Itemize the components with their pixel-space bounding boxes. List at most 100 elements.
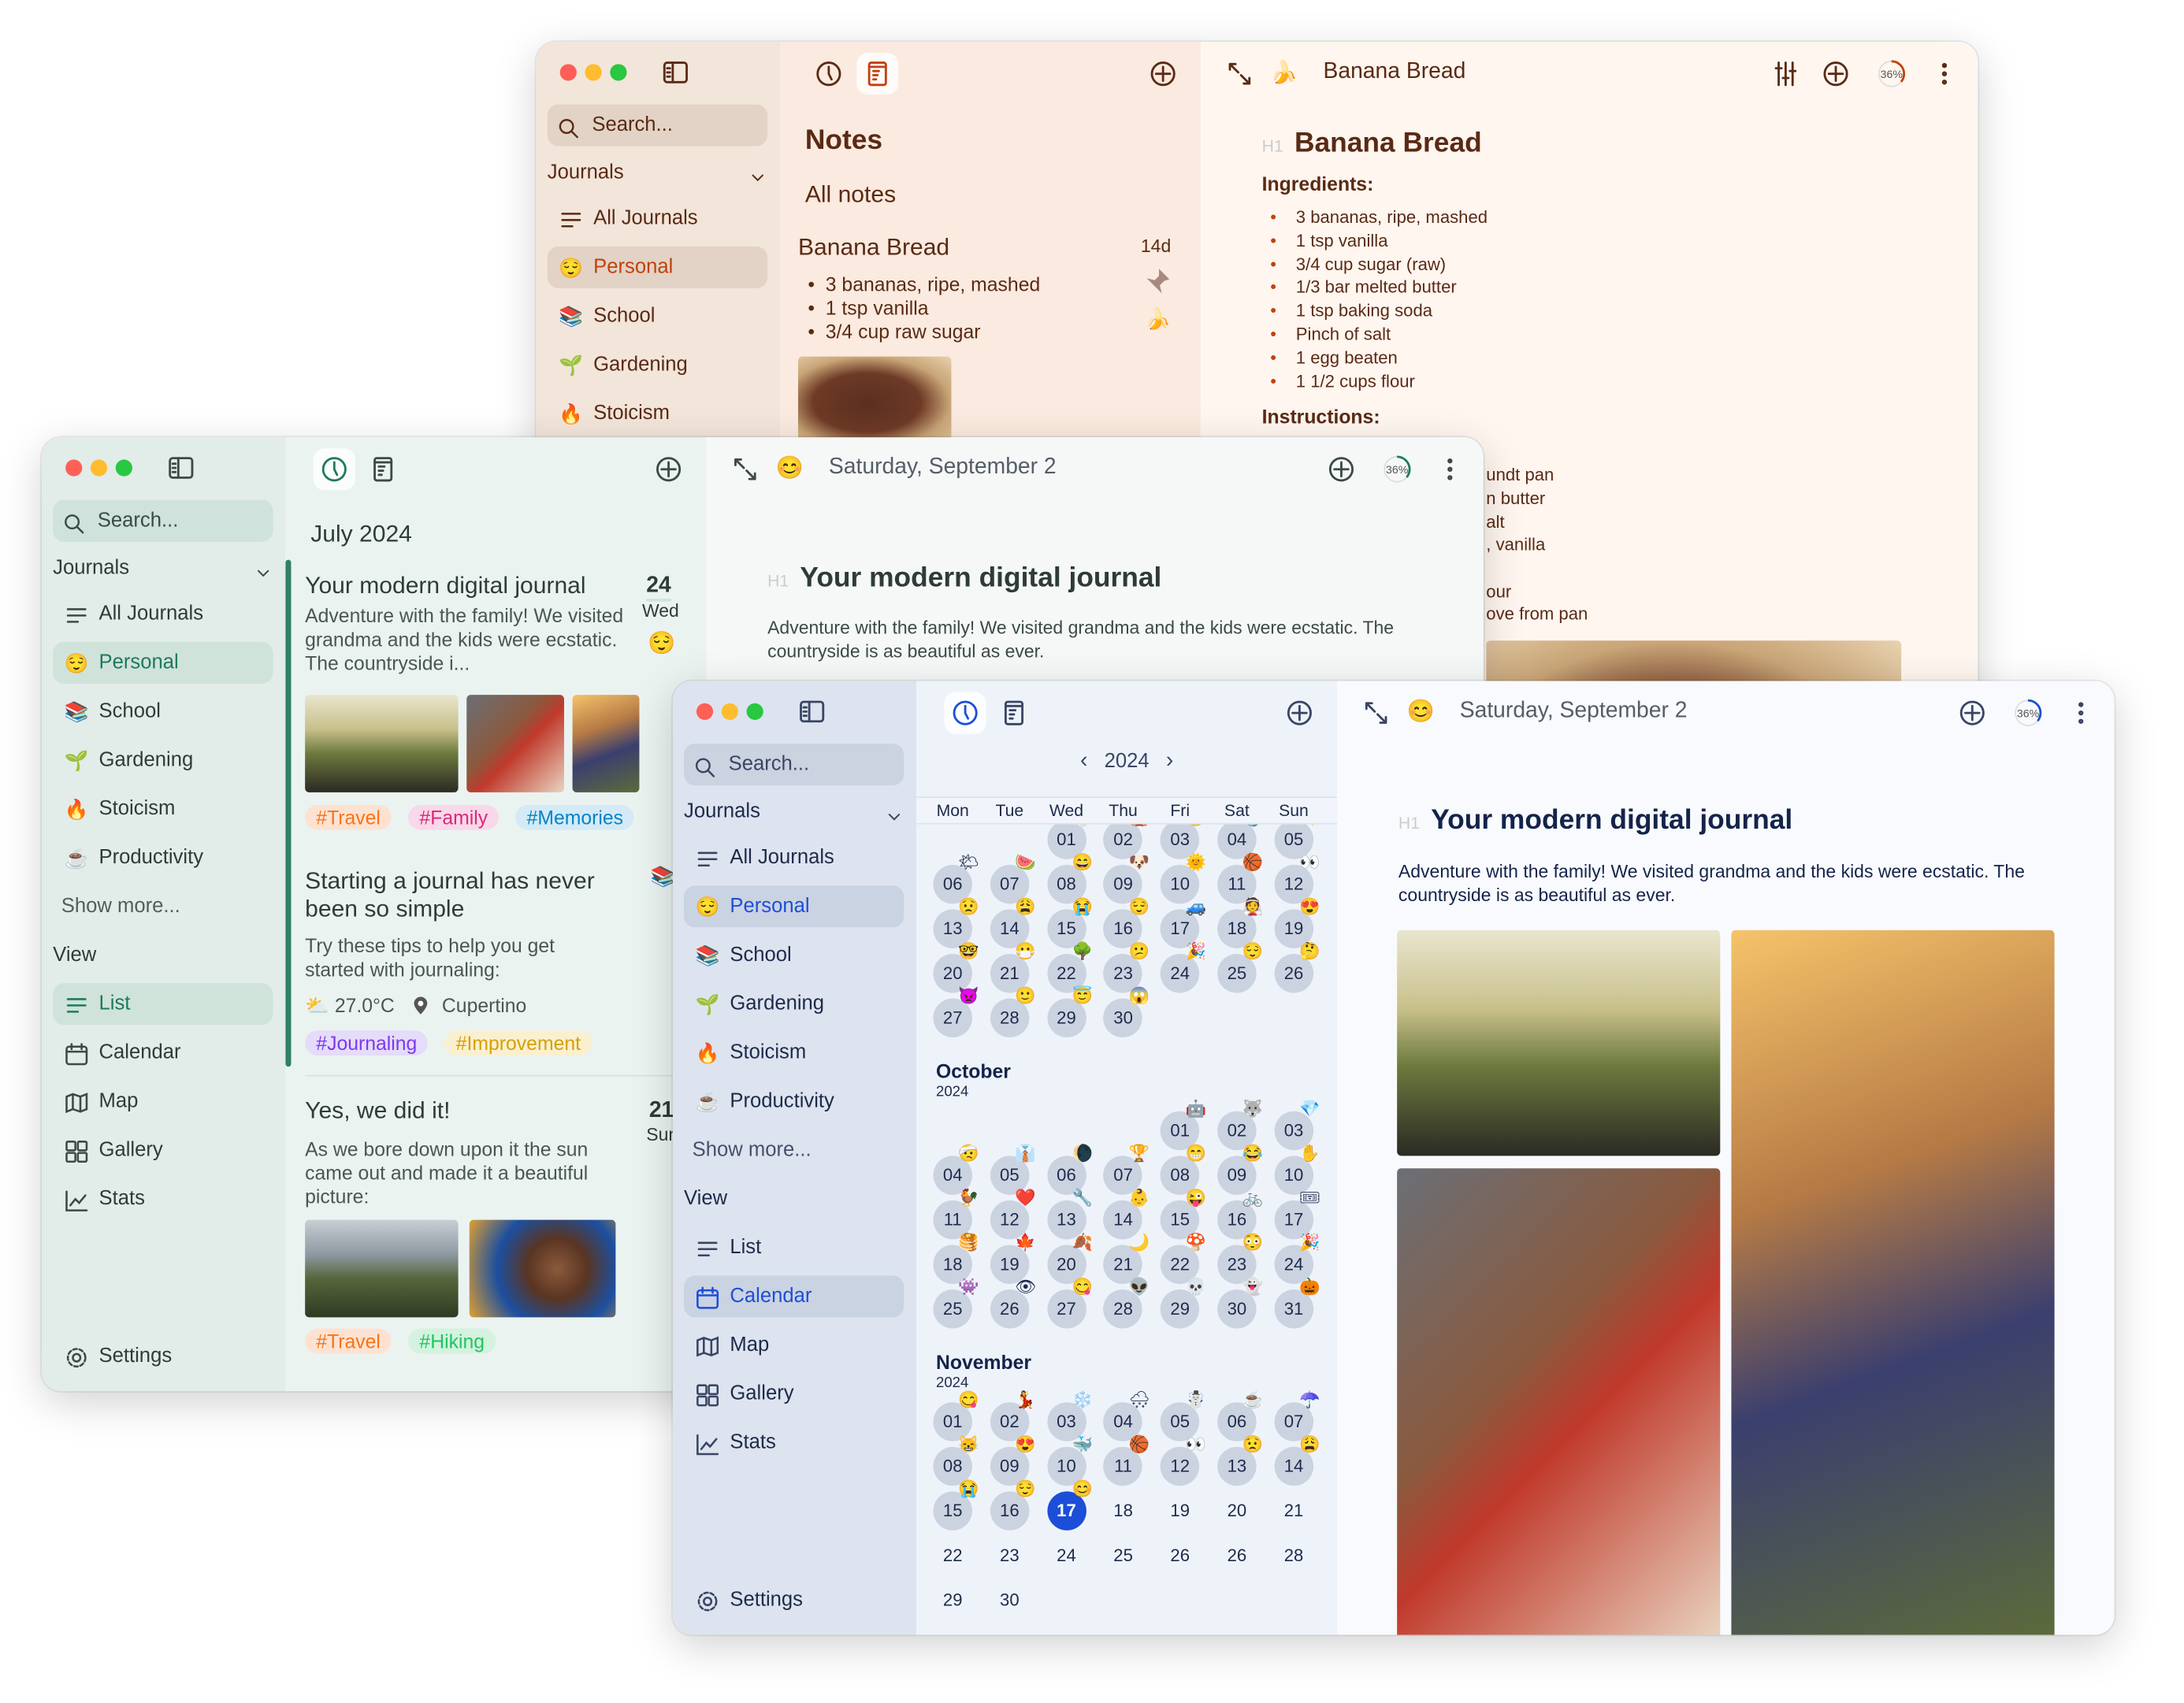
search-input[interactable]: Search... xyxy=(53,499,273,542)
calendar-day[interactable]: 18 xyxy=(1104,1491,1143,1530)
calendar-day[interactable]: 11 🏀 xyxy=(1103,1434,1150,1486)
sidebar-view-gallery[interactable]: Gallery xyxy=(684,1373,904,1415)
entry-photo-smiling-woman[interactable] xyxy=(469,1219,616,1318)
calendar-day[interactable]: 30 😱 xyxy=(1103,986,1150,1038)
window-minimize-button[interactable] xyxy=(90,459,108,477)
tab-timeline[interactable] xyxy=(313,448,355,491)
more-options-icon[interactable] xyxy=(2067,699,2095,726)
sidebar-journal-gardening[interactable]: 🌱 Gardening xyxy=(684,983,904,1025)
tag-chip[interactable]: #Hiking xyxy=(408,1328,496,1354)
add-plus-icon[interactable] xyxy=(1822,60,1849,87)
tab-timeline[interactable] xyxy=(808,53,849,95)
entry-photo-grandma-baking[interactable] xyxy=(466,695,564,792)
calendar-day[interactable]: 13 😟 xyxy=(1217,1434,1263,1486)
calendar-day[interactable]: 29 😇 xyxy=(1046,986,1093,1038)
tag-chip[interactable]: #Memories xyxy=(515,804,635,830)
tab-notes[interactable] xyxy=(362,448,404,490)
calendar-day[interactable]: 26 xyxy=(1161,1536,1200,1575)
entry-card[interactable]: Yes, we did it! 21 Sun As we bore down upon… xyxy=(285,1092,706,1384)
calendar-day[interactable]: 23 xyxy=(990,1536,1030,1575)
calendar-day[interactable]: 28 👽 xyxy=(1103,1277,1150,1329)
progress-ring[interactable]: 36% xyxy=(2011,696,2045,736)
tab-timeline[interactable] xyxy=(944,692,986,734)
window-close-button[interactable] xyxy=(559,64,577,81)
window-minimize-button[interactable] xyxy=(721,703,738,720)
new-entry-plus-icon[interactable] xyxy=(1149,60,1176,87)
calendar-day[interactable]: 24 xyxy=(1047,1536,1086,1575)
calendar-day[interactable]: 15 😭 xyxy=(933,1479,979,1530)
new-entry-plus-icon[interactable] xyxy=(655,455,682,483)
window-zoom-button[interactable] xyxy=(610,64,627,81)
calendar-day[interactable]: 28 🙂 xyxy=(990,986,1036,1038)
window-zoom-button[interactable] xyxy=(746,703,763,720)
calendar-day[interactable]: 30 👻 xyxy=(1217,1277,1263,1329)
sidebar-view-calendar[interactable]: Calendar xyxy=(684,1275,904,1318)
entry-photo-father-daughter[interactable] xyxy=(305,695,459,792)
sidebar-journal-all-journals[interactable]: All Journals xyxy=(684,837,904,878)
calendar-day[interactable]: 20 xyxy=(1217,1491,1257,1530)
tag-chip[interactable]: #Travel xyxy=(305,804,392,830)
journals-section-header[interactable]: Journals xyxy=(684,792,904,832)
add-plus-icon[interactable] xyxy=(1328,455,1355,483)
calendar-day[interactable]: 29 💀 xyxy=(1160,1277,1206,1329)
progress-ring[interactable]: 36% xyxy=(1875,57,1908,97)
calendar-day[interactable]: 27 👿 xyxy=(933,986,979,1038)
sidebar-journal-all-journals[interactable]: All Journals xyxy=(53,593,273,635)
sidebar-toggle-icon[interactable] xyxy=(167,454,195,481)
calendar-day[interactable]: 25 👾 xyxy=(933,1277,979,1329)
editor-photo-girls-reading[interactable] xyxy=(1731,929,2055,1635)
editor-photo-grandma-baking[interactable] xyxy=(1397,1168,1721,1635)
tag-chip[interactable]: #Family xyxy=(408,804,500,830)
calendar-day[interactable]: 16 😌 xyxy=(990,1479,1036,1530)
window-minimize-button[interactable] xyxy=(585,64,602,81)
sidebar-journal-personal[interactable]: 😌 Personal xyxy=(53,641,273,685)
tab-notes[interactable] xyxy=(993,692,1034,734)
show-more-link[interactable]: Show more... xyxy=(684,1130,904,1171)
settings-button[interactable]: Settings xyxy=(684,1579,904,1621)
show-more-link[interactable]: Show more... xyxy=(53,885,273,927)
add-plus-icon[interactable] xyxy=(1959,699,1986,726)
calendar-day[interactable]: 14 😩 xyxy=(1274,1434,1320,1486)
next-year-button[interactable]: › xyxy=(1166,749,1173,773)
editor-photo-father-daughter[interactable] xyxy=(1397,929,1721,1156)
more-options-icon[interactable] xyxy=(1930,60,1958,87)
calendar-day[interactable]: 22 xyxy=(933,1536,972,1575)
more-options-icon[interactable] xyxy=(1436,455,1464,483)
sidebar-journal-stoicism[interactable]: 🔥 Stoicism xyxy=(53,788,273,830)
entry-photo-hikers-mountains[interactable] xyxy=(305,1219,459,1318)
chevron-down-icon[interactable] xyxy=(254,558,273,578)
calendar-day[interactable]: 19 xyxy=(1161,1491,1200,1530)
sidebar-view-map[interactable]: Map xyxy=(684,1324,904,1366)
sidebar-view-stats[interactable]: Stats xyxy=(53,1178,273,1220)
sidebar-toggle-icon[interactable] xyxy=(662,58,689,86)
calendar-day[interactable]: 12 👀 xyxy=(1160,1434,1206,1486)
calendar-day-selected[interactable]: 17 😊 xyxy=(1046,1479,1093,1530)
tag-chip[interactable]: #Improvement xyxy=(444,1030,592,1056)
tab-notes[interactable] xyxy=(856,53,899,95)
sidebar-journal-school[interactable]: 📚 School xyxy=(684,934,904,976)
search-input[interactable]: Search... xyxy=(684,744,904,786)
format-sliders-icon[interactable] xyxy=(1772,60,1800,87)
calendar-day[interactable]: 26 🤔 xyxy=(1274,941,1320,993)
entry-photo-girls-reading[interactable] xyxy=(572,695,640,792)
sidebar-journal-productivity[interactable]: ☕ Productivity xyxy=(53,837,273,878)
entry-card[interactable]: Starting a journal has never been so sim… xyxy=(285,862,706,1070)
chevron-down-icon[interactable] xyxy=(748,163,767,183)
sidebar-journal-school[interactable]: 📚 School xyxy=(548,295,767,337)
sidebar-view-list[interactable]: List xyxy=(53,983,273,1026)
progress-ring[interactable]: 36% xyxy=(1380,453,1413,493)
sidebar-journal-stoicism[interactable]: 🔥 Stoicism xyxy=(684,1032,904,1074)
sidebar-journal-stoicism[interactable]: 🔥 Stoicism xyxy=(548,393,767,435)
expand-icon[interactable] xyxy=(731,455,759,483)
sidebar-journal-all-journals[interactable]: All Journals xyxy=(548,198,767,239)
calendar-day[interactable]: 29 xyxy=(933,1581,972,1620)
tag-chip[interactable]: #Travel xyxy=(305,1328,392,1354)
calendar-day[interactable]: 26 👁 xyxy=(990,1277,1036,1329)
calendar-day[interactable]: 31 🎃 xyxy=(1274,1277,1320,1329)
sidebar-journal-personal[interactable]: 😌 Personal xyxy=(547,246,768,288)
calendar-day[interactable]: 21 xyxy=(1274,1491,1313,1530)
calendar-day[interactable]: 27 😋 xyxy=(1046,1277,1093,1329)
sidebar-view-map[interactable]: Map xyxy=(53,1081,273,1122)
window-zoom-button[interactable] xyxy=(115,459,132,477)
calendar-day[interactable]: 26 xyxy=(1217,1536,1257,1575)
